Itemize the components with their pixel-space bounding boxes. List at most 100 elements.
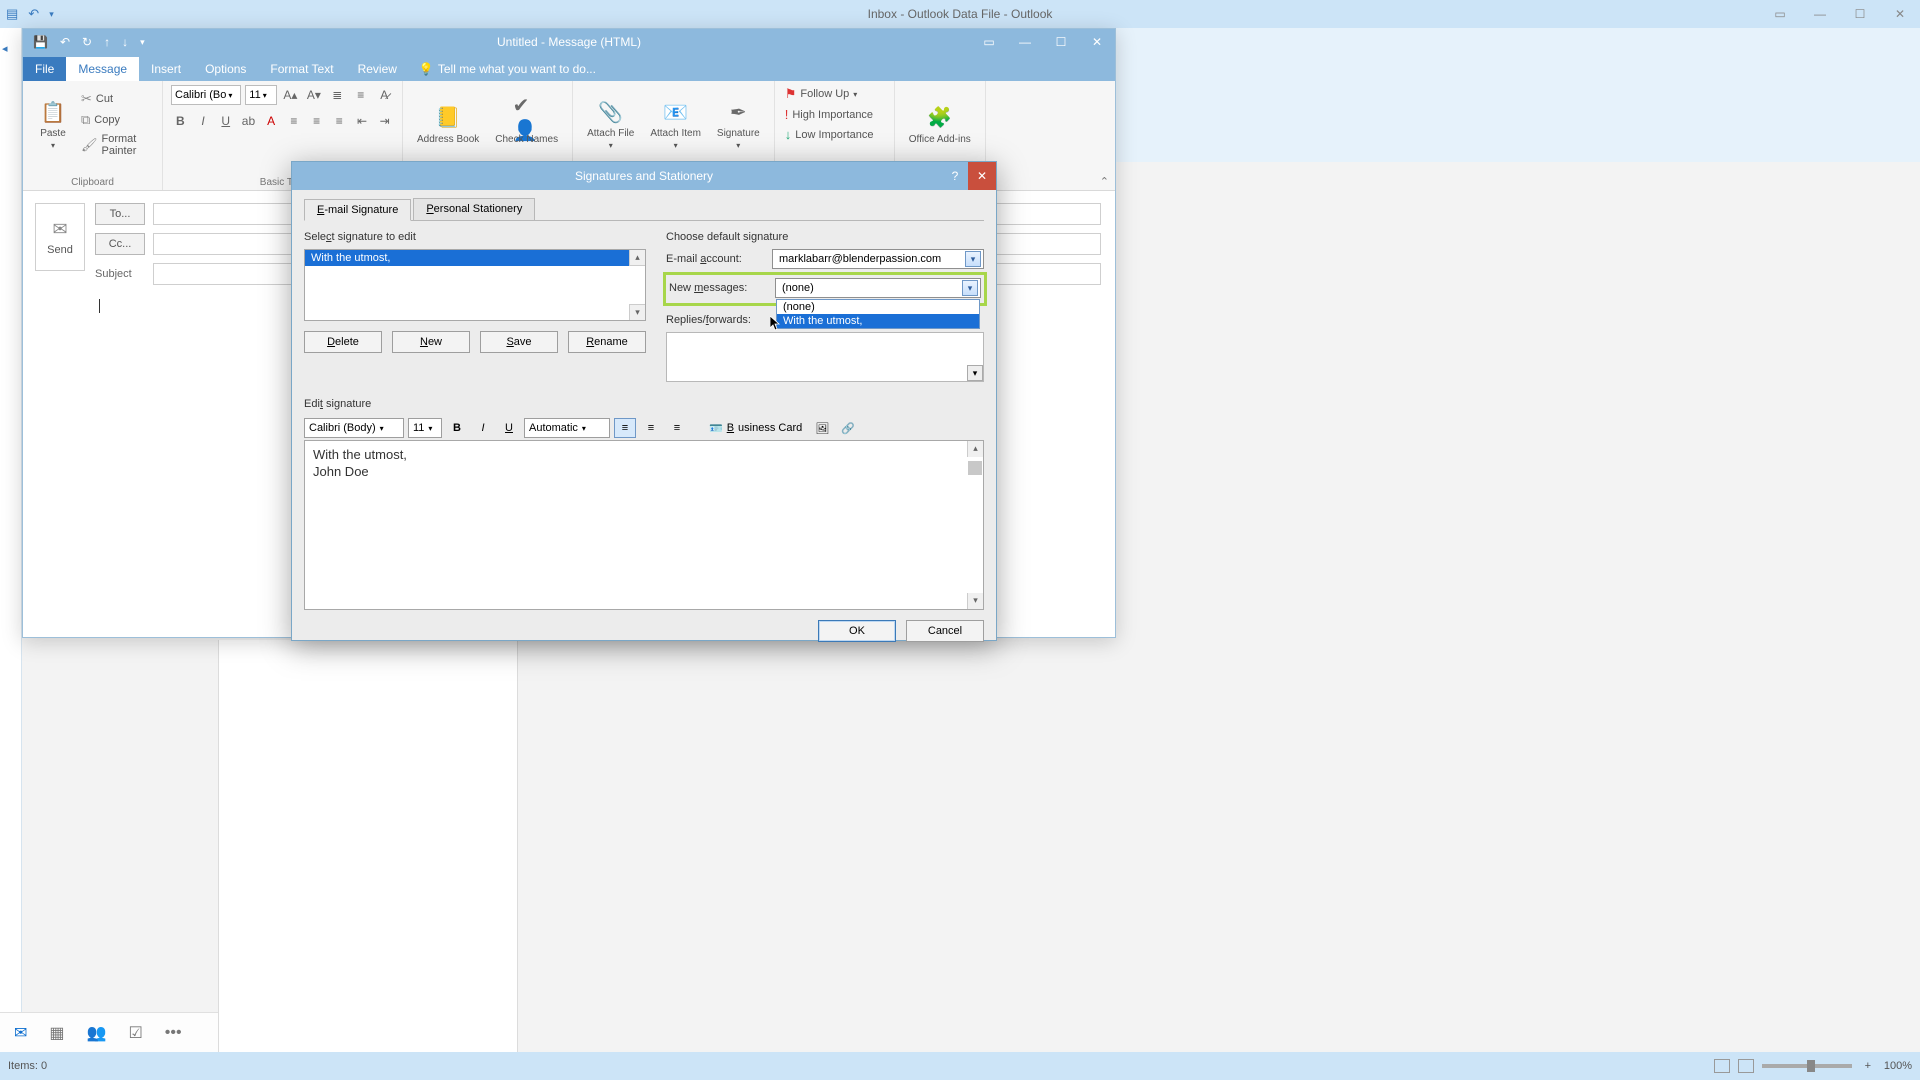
scroll-down-icon[interactable]: ▾ — [629, 304, 645, 320]
minimize-icon[interactable]: — — [1800, 0, 1840, 28]
underline-icon[interactable]: U — [216, 111, 235, 131]
scroll-up-icon[interactable]: ▴ — [629, 250, 645, 266]
signature-button[interactable]: ✒Signature▾ — [711, 94, 766, 154]
view-normal-icon[interactable] — [1714, 1059, 1730, 1073]
font-color-icon[interactable]: A — [262, 111, 281, 131]
high-importance-button[interactable]: !High Importance — [783, 106, 886, 123]
scroll-down-icon[interactable]: ▾ — [967, 593, 983, 609]
mail-icon[interactable]: ✉ — [14, 1023, 27, 1043]
tab-options[interactable]: Options — [193, 57, 258, 81]
attach-item-button[interactable]: 📧Attach Item▾ — [644, 94, 707, 154]
format-painter-button[interactable]: 🖌Format Painter — [79, 132, 154, 158]
numbering-icon[interactable]: ≡ — [351, 85, 370, 105]
follow-up-button[interactable]: ⚑Follow Up▾ — [783, 85, 886, 103]
office-addins-button[interactable]: 🧩Office Add-ins — [903, 100, 977, 149]
bullets-icon[interactable]: ≣ — [328, 85, 347, 105]
tab-message[interactable]: Message — [66, 57, 139, 81]
ribbon-display-icon[interactable]: ▭ — [971, 29, 1007, 55]
people-icon[interactable]: 👥 — [87, 1023, 107, 1043]
signature-list[interactable]: With the utmost, ▴ ▾ — [304, 249, 646, 321]
check-names-button[interactable]: ✔👤Check Names — [489, 100, 564, 149]
redo-icon[interactable]: ↻ — [82, 35, 92, 49]
chevron-down-icon[interactable]: ▾ — [967, 365, 983, 381]
close-icon[interactable]: ✕ — [1079, 29, 1115, 55]
font-size-select[interactable]: 11▾ — [245, 85, 276, 105]
editor-size-select[interactable]: 11▾ — [408, 418, 442, 438]
italic-icon[interactable]: I — [194, 111, 213, 131]
tab-review[interactable]: Review — [346, 57, 409, 81]
editor-align-left-icon[interactable]: ≡ — [614, 418, 636, 438]
editor-italic-icon[interactable]: I — [472, 418, 494, 438]
rename-button[interactable]: Rename — [568, 331, 646, 353]
highlight-icon[interactable]: ab — [239, 111, 258, 131]
ok-button[interactable]: OK — [818, 620, 896, 642]
new-button[interactable]: New — [392, 331, 470, 353]
zoom-slider[interactable] — [1762, 1064, 1852, 1068]
calendar-icon[interactable]: ▦ — [49, 1023, 64, 1043]
qat-customize-icon[interactable]: ▾ — [49, 9, 54, 20]
collapse-ribbon-icon[interactable]: ⌃ — [1100, 175, 1109, 188]
maximize-icon[interactable]: ☐ — [1840, 0, 1880, 28]
replies-forwards-area[interactable]: ▾ — [666, 332, 984, 382]
bold-icon[interactable]: B — [171, 111, 190, 131]
prev-icon[interactable]: ↑ — [104, 35, 110, 49]
help-icon[interactable]: ? — [942, 169, 968, 183]
zoom-in-icon[interactable]: + — [1860, 1060, 1876, 1072]
qat-customize-icon[interactable]: ▾ — [140, 37, 145, 48]
font-family-select[interactable]: Calibri (Bo▾ — [171, 85, 241, 105]
tab-email-signature[interactable]: E-mail Signature — [304, 199, 411, 221]
new-messages-select[interactable]: (none)▾ (none) With the utmost, — [775, 278, 981, 298]
nav-more-icon[interactable]: ••• — [165, 1024, 182, 1042]
increase-indent-icon[interactable]: ⇥ — [375, 111, 394, 131]
close-icon[interactable]: ✕ — [1880, 0, 1920, 28]
view-reading-icon[interactable] — [1738, 1059, 1754, 1073]
signature-editor[interactable]: With the utmost, John Doe ▴ ▾ — [304, 440, 984, 610]
maximize-icon[interactable]: ☐ — [1043, 29, 1079, 55]
minimize-icon[interactable]: — — [1007, 29, 1043, 55]
cc-button[interactable]: Cc... — [95, 233, 145, 255]
ribbon-display-icon[interactable]: ▭ — [1760, 0, 1800, 28]
low-importance-button[interactable]: ↓Low Importance — [783, 126, 886, 143]
dropdown-option-signature[interactable]: With the utmost, — [777, 314, 979, 328]
tab-file[interactable]: File — [23, 57, 66, 81]
insert-hyperlink-icon[interactable]: 🔗 — [837, 418, 859, 438]
next-icon[interactable]: ↓ — [122, 35, 128, 49]
cancel-button[interactable]: Cancel — [906, 620, 984, 642]
paste-button[interactable]: 📋Paste▾ — [31, 94, 75, 154]
editor-color-select[interactable]: Automatic▾ — [524, 418, 610, 438]
align-right-icon[interactable]: ≡ — [330, 111, 349, 131]
email-account-select[interactable]: marklabarr@blenderpassion.com▾ — [772, 249, 984, 269]
editor-align-right-icon[interactable]: ≡ — [666, 418, 688, 438]
scroll-up-icon[interactable]: ▴ — [967, 441, 983, 457]
clear-format-icon[interactable]: A̷ — [375, 85, 394, 105]
editor-underline-icon[interactable]: U — [498, 418, 520, 438]
editor-bold-icon[interactable]: B — [446, 418, 468, 438]
tasks-icon[interactable]: ☑ — [128, 1023, 142, 1043]
decrease-indent-icon[interactable]: ⇤ — [353, 111, 372, 131]
editor-align-center-icon[interactable]: ≡ — [640, 418, 662, 438]
tab-insert[interactable]: Insert — [139, 57, 193, 81]
scrollbar-thumb[interactable] — [968, 461, 982, 475]
shrink-font-icon[interactable]: A▾ — [304, 85, 323, 105]
insert-picture-icon[interactable]: 🖼 — [811, 418, 833, 438]
signature-list-item[interactable]: With the utmost, — [305, 250, 645, 266]
attach-file-button[interactable]: 📎Attach File▾ — [581, 94, 640, 154]
send-button[interactable]: ✉Send — [35, 203, 85, 271]
dialog-close-icon[interactable]: ✕ — [968, 162, 996, 190]
tell-me-search[interactable]: 💡Tell me what you want to do... — [409, 57, 606, 81]
address-book-button[interactable]: 📒Address Book — [411, 100, 485, 149]
folder-pane-collapsed[interactable]: ◂ — [0, 28, 22, 1052]
to-button[interactable]: To... — [95, 203, 145, 225]
save-button[interactable]: Save — [480, 331, 558, 353]
cut-button[interactable]: ✂Cut — [79, 90, 154, 108]
tab-personal-stationery[interactable]: Personal Stationery — [413, 198, 535, 220]
align-center-icon[interactable]: ≡ — [307, 111, 326, 131]
save-icon[interactable]: 💾 — [33, 35, 48, 49]
undo-icon[interactable]: ↶ — [28, 6, 39, 22]
business-card-icon[interactable]: 🪪 Business Card — [704, 418, 807, 438]
dropdown-option-none[interactable]: (none) — [777, 300, 979, 314]
copy-button[interactable]: ⧉Copy — [79, 111, 154, 129]
tab-format-text[interactable]: Format Text — [258, 57, 345, 81]
align-left-icon[interactable]: ≡ — [285, 111, 304, 131]
editor-font-select[interactable]: Calibri (Body)▾ — [304, 418, 404, 438]
